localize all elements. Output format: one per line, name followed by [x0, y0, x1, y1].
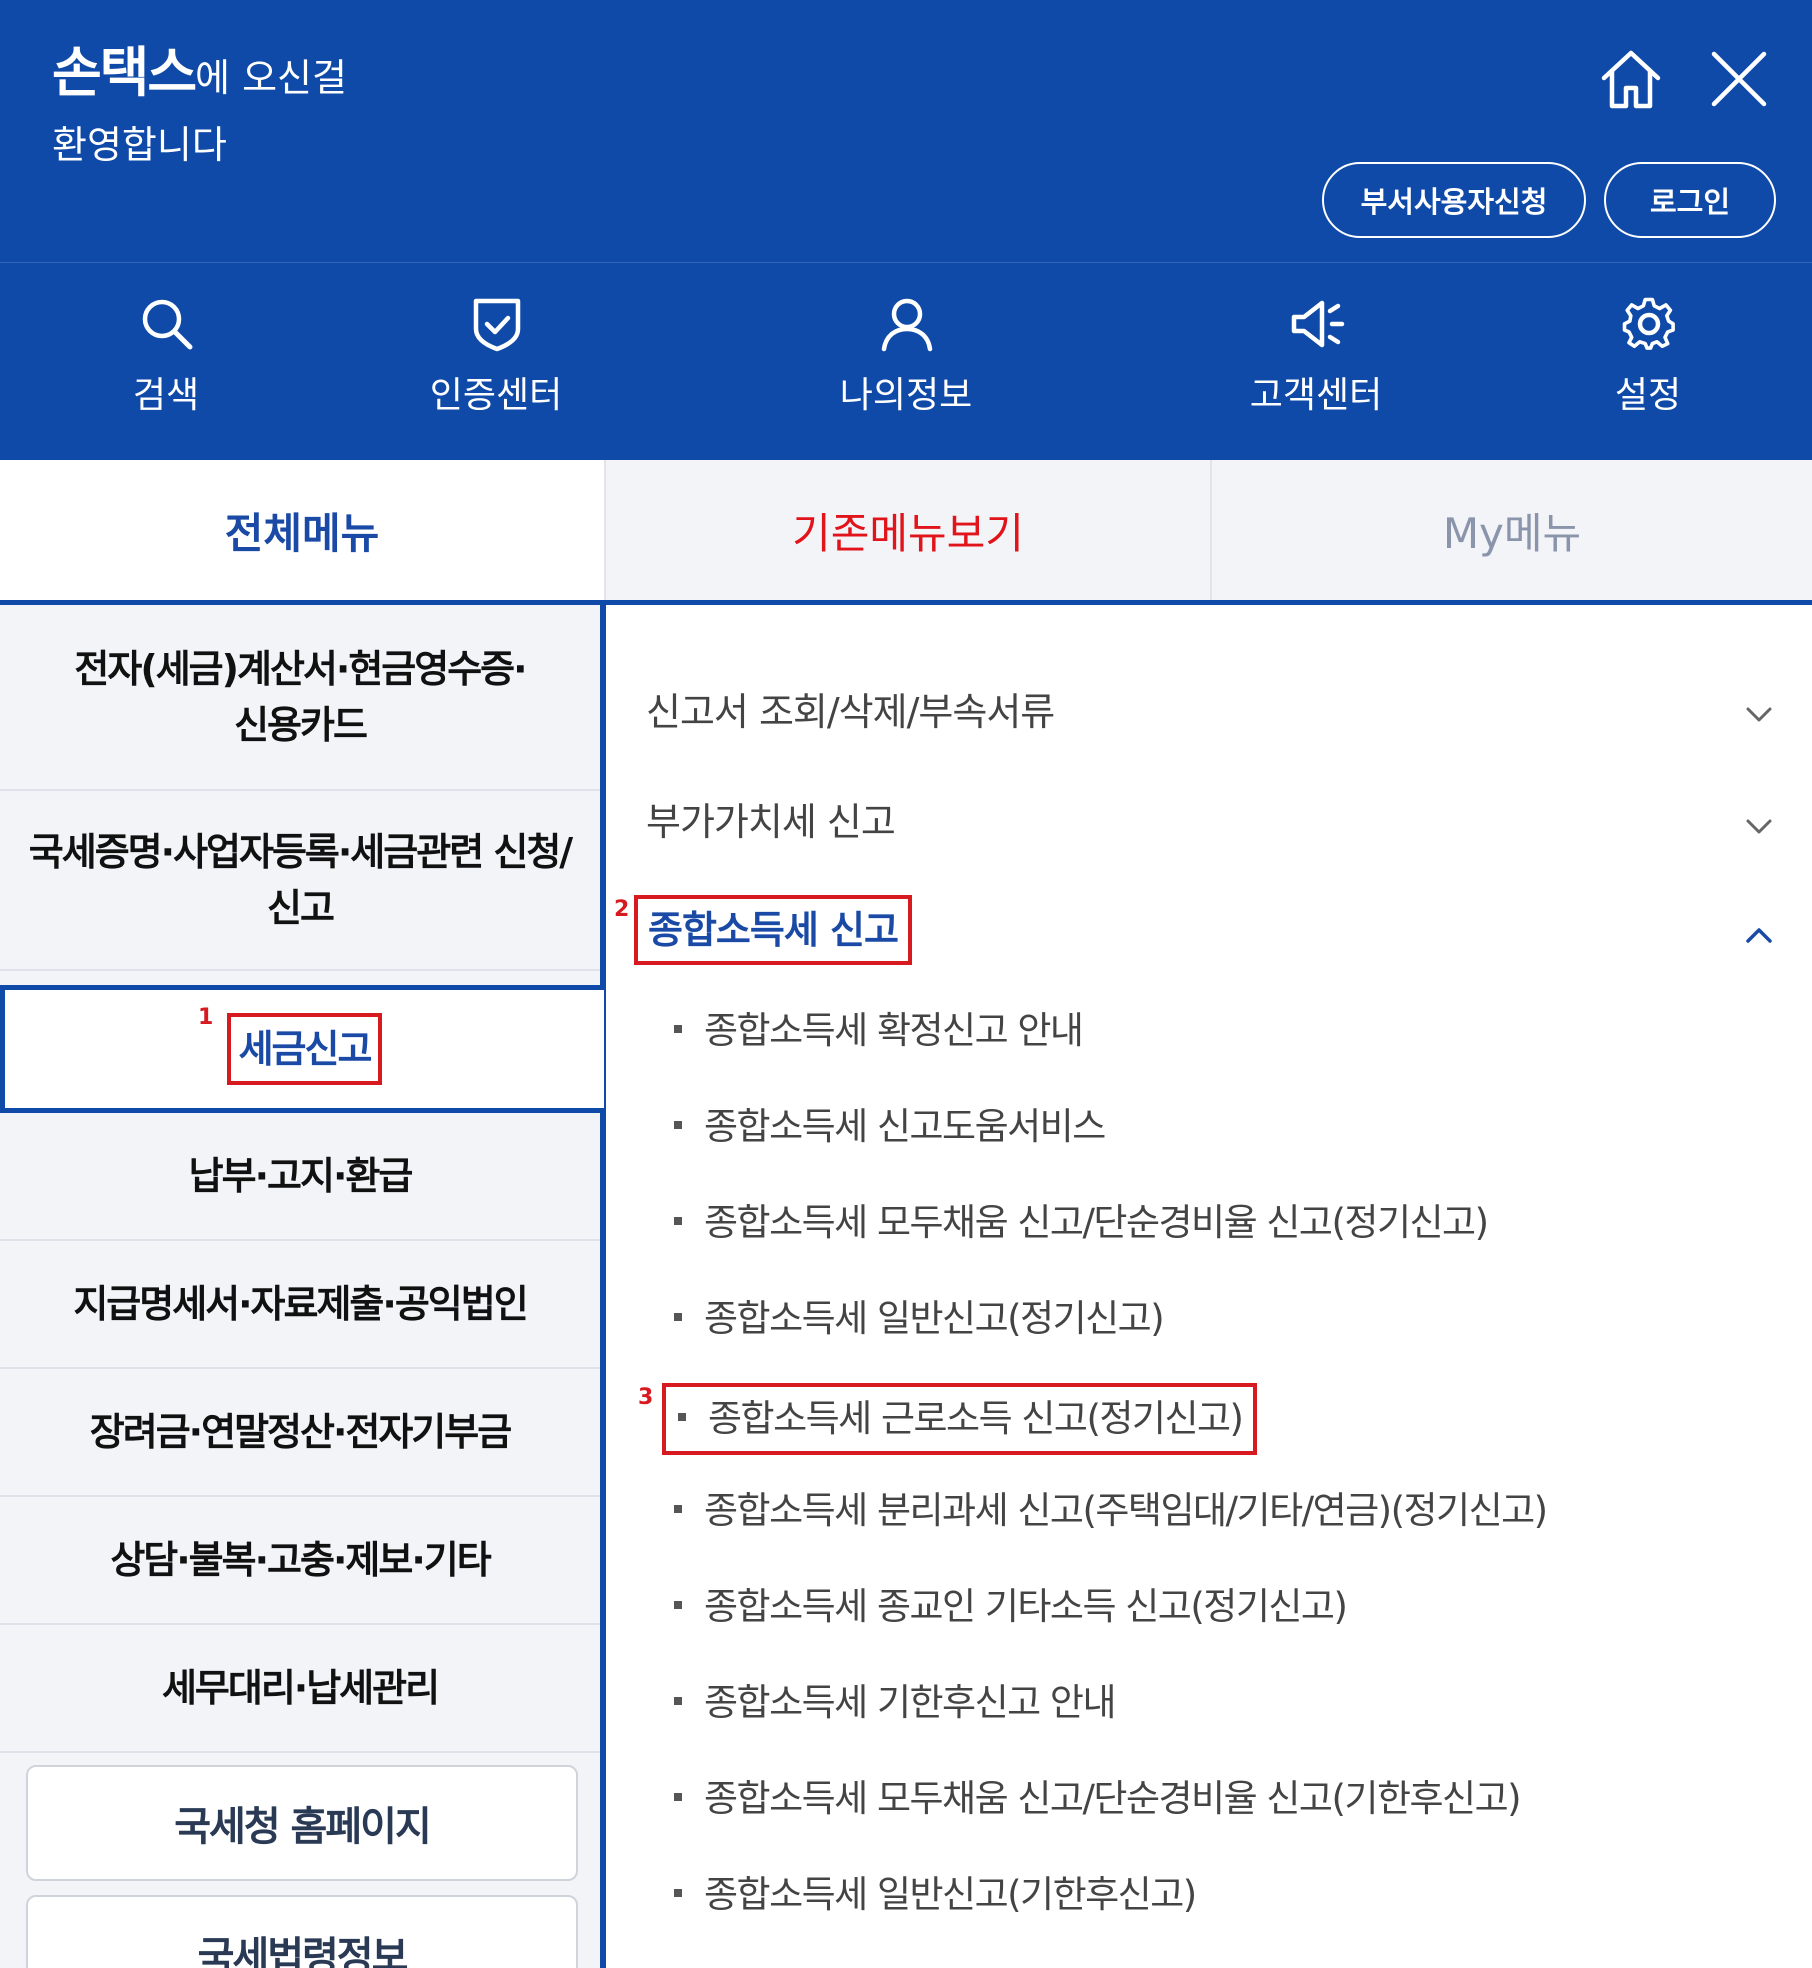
submenu-item[interactable]: 종합소득세 신고도움서비스 — [674, 1101, 1106, 1153]
left-menu-label: 신고 — [267, 886, 335, 930]
annotation-marker-3: 3 — [638, 1385, 654, 1410]
left-menu-payment[interactable]: 납부·고지·환급 — [0, 1113, 600, 1241]
tab-my-menu[interactable]: My메뉴 — [1210, 460, 1812, 600]
annotation-marker-2: 2 — [614, 897, 630, 922]
submenu-item[interactable]: 종합소득세 분리과세 신고(주택임대/기타/연금)(정기신고) — [674, 1485, 1548, 1537]
bullet-icon — [674, 1216, 682, 1225]
annotation-marker-1: 1 — [198, 1005, 214, 1030]
submenu-item-earned-income[interactable]: 종합소득세 근로소득 신고(정기신고) — [662, 1383, 1257, 1455]
quicknav-settings[interactable]: 설정 — [1548, 263, 1748, 461]
submenu-label: 종합소득세 일반신고(정기신고) — [704, 1297, 1165, 1340]
brand-name: 손택스 — [52, 41, 197, 104]
bullet-icon — [674, 1600, 682, 1609]
welcome-suffix: 에 오신걸 — [195, 56, 347, 100]
left-menu-tax-agent[interactable]: 세무대리·납세관리 — [0, 1625, 600, 1753]
welcome-line2: 환영합니다 — [52, 123, 227, 167]
bullet-icon — [674, 1024, 682, 1033]
section-vat-filing[interactable]: 부가가치세 신고 — [646, 795, 896, 849]
left-menu-certificate[interactable]: 국세증명·사업자등록·세금관련 신청/신고 — [0, 791, 600, 971]
search-icon — [142, 299, 193, 350]
quicknav-customer-label: 고객센터 — [1249, 375, 1383, 416]
close-icon[interactable] — [1704, 44, 1774, 114]
bullet-icon — [674, 1312, 682, 1321]
submenu-item[interactable]: 종합소득세 기한후신고 안내 — [674, 1677, 1117, 1729]
bullet-icon — [674, 1792, 682, 1801]
submenu-item[interactable]: 종합소득세 확정신고 안내 — [674, 1005, 1084, 1057]
submenu-item[interactable]: 종합소득세 모두채움 신고/단순경비율 신고(기한후신고) — [674, 1773, 1522, 1825]
submenu-label: 종합소득세 분리과세 신고(주택임대/기타/연금)(정기신고) — [704, 1489, 1548, 1532]
quicknav-customer-center[interactable]: 고객센터 — [1216, 263, 1416, 461]
menu-tabs: 전체메뉴 기존메뉴보기 My메뉴 — [0, 460, 1812, 600]
left-menu-label: 장려금·연말정산·전자기부금 — [89, 1410, 512, 1454]
tab-old-menu[interactable]: 기존메뉴보기 — [604, 460, 1210, 600]
quicknav-cert-center[interactable]: 인증센터 — [396, 263, 596, 461]
home-icon[interactable] — [1596, 44, 1666, 114]
login-button[interactable]: 로그인 — [1604, 162, 1776, 238]
left-menu-label: 지급명세서·자료제출·공익법인 — [73, 1282, 528, 1326]
user-icon — [881, 298, 933, 352]
bullet-icon — [678, 1412, 686, 1421]
gear-icon — [1622, 297, 1675, 350]
shield-check-icon — [473, 298, 521, 352]
left-menu-tax-filing[interactable]: 세금신고 — [0, 985, 604, 1113]
submenu-label: 종합소득세 근로소득 신고(정기신고) — [708, 1397, 1244, 1440]
megaphone-icon — [1291, 300, 1345, 348]
dept-user-request-button[interactable]: 부서사용자신청 — [1322, 162, 1586, 238]
section-income-tax-filing[interactable]: 종합소득세 신고 — [634, 895, 912, 965]
submenu-label: 종합소득세 기한후신고 안내 — [704, 1681, 1117, 1724]
submenu-item[interactable]: 종합소득세 일반신고(기한후신고) — [674, 1869, 1197, 1921]
submenu-label: 종합소득세 신고도움서비스 — [704, 1105, 1106, 1148]
left-menu-label: 전자(세금)계산서·현금영수증· — [74, 647, 527, 691]
left-menu-incentive[interactable]: 장려금·연말정산·전자기부금 — [0, 1369, 600, 1497]
bullet-icon — [674, 1120, 682, 1129]
quicknav-search-label: 검색 — [132, 375, 200, 416]
quicknav-cert-label: 인증센터 — [429, 375, 563, 416]
left-category-menu: 전자(세금)계산서·현금영수증· 신용카드 국세증명·사업자등록·세금관련 신청/… — [0, 600, 604, 1968]
left-menu-consult[interactable]: 상담·불복·고충·제보·기타 — [0, 1497, 600, 1625]
left-menu-e-invoice[interactable]: 전자(세금)계산서·현금영수증· 신용카드 — [0, 605, 600, 791]
left-menu-label: 신용카드 — [234, 703, 368, 747]
submenu-item[interactable]: 종합소득세 일반신고(정기신고) — [674, 1293, 1165, 1345]
right-submenu-panel: 신고서 조회/삭제/부속서류 부가가치세 신고 2 종합소득세 신고 종합소득세… — [604, 600, 1812, 1968]
app-header: 손택스에 오신걸 환영합니다 부서사용자신청 로그인 — [0, 0, 1812, 262]
quicknav-search[interactable]: 검색 — [66, 263, 266, 461]
left-menu-statement[interactable]: 지급명세서·자료제출·공익법인 — [0, 1241, 600, 1369]
left-menu-label: 국세증명·사업자등록·세금관련 신청/ — [28, 830, 573, 874]
submenu-item[interactable]: 종합소득세 모두채움 신고/단순경비율 신고(정기신고) — [674, 1197, 1489, 1249]
chevron-down-icon[interactable] — [1742, 809, 1776, 843]
submenu-label: 종합소득세 모두채움 신고/단순경비율 신고(기한후신고) — [704, 1777, 1522, 1820]
left-menu-label: 세금신고 — [226, 1013, 383, 1085]
left-menu-label: 납부·고지·환급 — [188, 1154, 414, 1198]
tab-all-menu[interactable]: 전체메뉴 — [0, 460, 604, 600]
section-report-inquiry[interactable]: 신고서 조회/삭제/부속서류 — [646, 685, 1055, 739]
submenu-label: 종합소득세 확정신고 안내 — [704, 1009, 1084, 1052]
nts-homepage-button[interactable]: 국세청 홈페이지 — [26, 1765, 578, 1881]
welcome-message: 손택스에 오신걸 환영합니다 — [52, 38, 347, 177]
submenu-item[interactable]: 종합소득세 종교인 기타소득 신고(정기신고) — [674, 1581, 1348, 1633]
quicknav-my-info-label: 나의정보 — [839, 375, 973, 416]
tax-law-info-button[interactable]: 국세법령정보 — [26, 1895, 578, 1968]
chevron-down-icon[interactable] — [1742, 697, 1776, 731]
bullet-icon — [674, 1696, 682, 1705]
submenu-label: 종합소득세 종교인 기타소득 신고(정기신고) — [704, 1585, 1348, 1628]
quick-nav: 검색 인증센터 나의정보 고객센터 설정 — [0, 262, 1812, 460]
left-menu-label: 상담·불복·고충·제보·기타 — [110, 1538, 491, 1582]
submenu-label: 종합소득세 모두채움 신고/단순경비율 신고(정기신고) — [704, 1201, 1489, 1244]
left-menu-label: 세무대리·납세관리 — [161, 1666, 440, 1710]
chevron-up-icon[interactable] — [1742, 919, 1776, 953]
quicknav-settings-label: 설정 — [1614, 375, 1682, 416]
bullet-icon — [674, 1504, 682, 1513]
bullet-icon — [674, 1888, 682, 1897]
quicknav-my-info[interactable]: 나의정보 — [806, 263, 1006, 461]
submenu-label: 종합소득세 일반신고(기한후신고) — [704, 1873, 1197, 1916]
